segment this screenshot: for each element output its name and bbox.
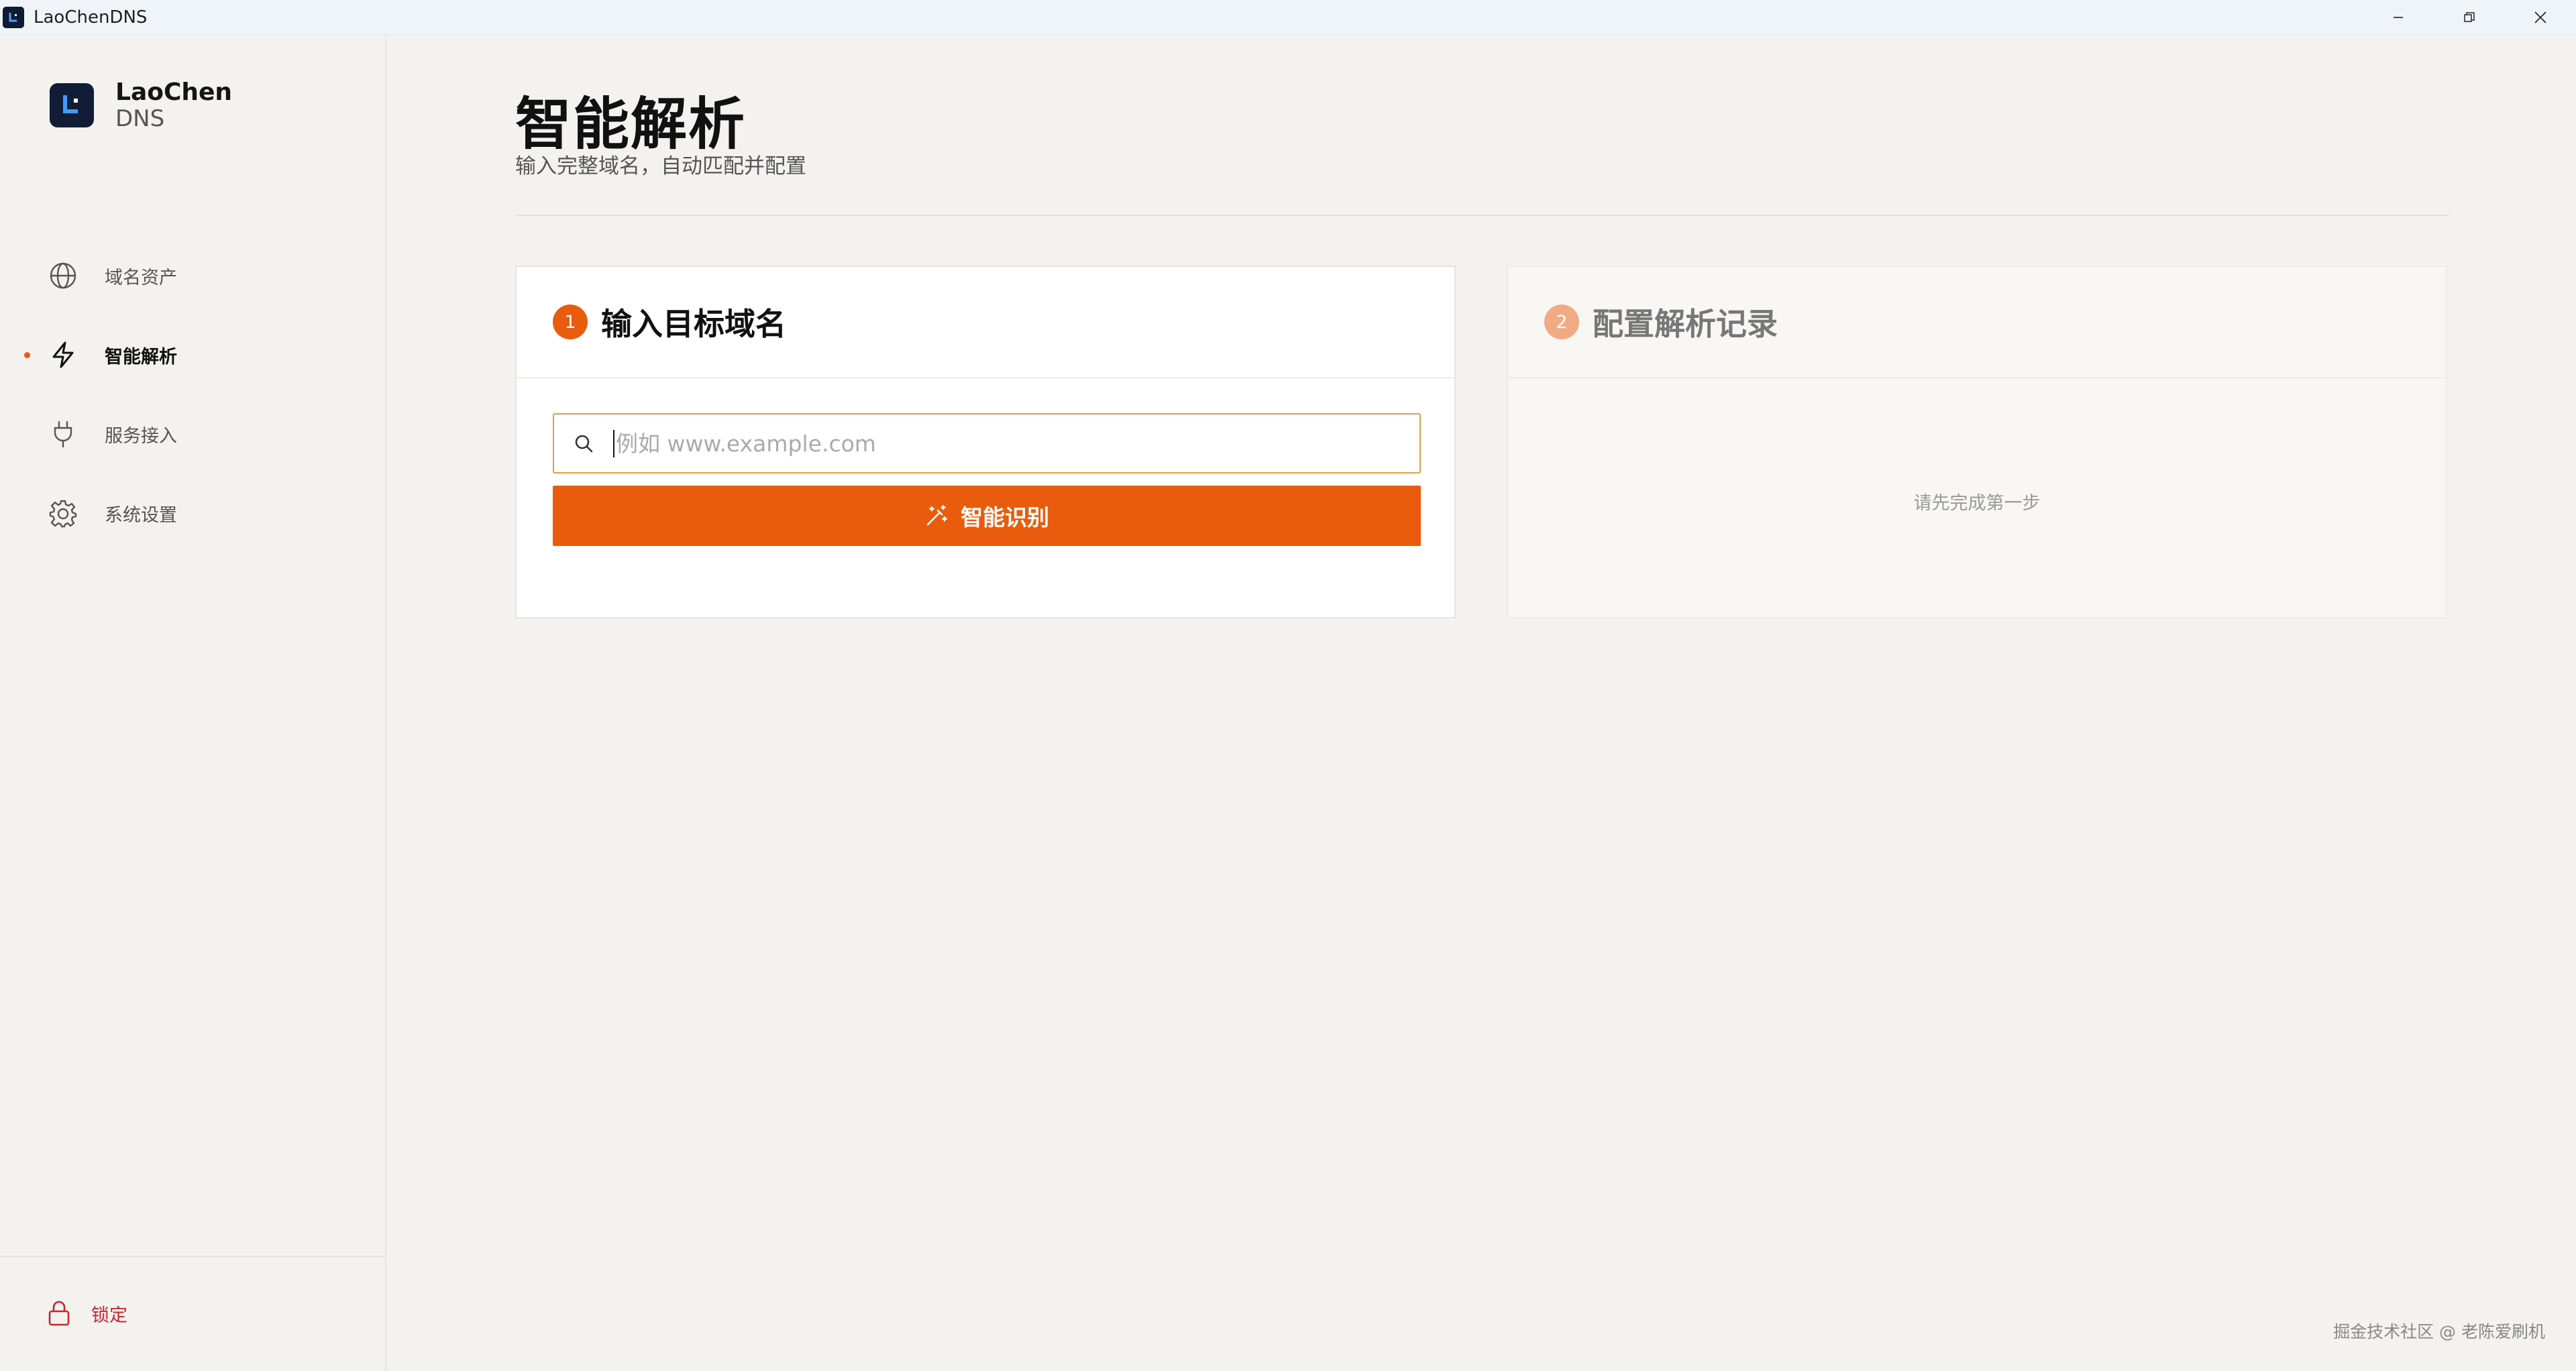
brand: LaoChen DNS <box>50 80 232 130</box>
window-title: LaoChenDNS <box>34 7 148 28</box>
active-indicator <box>24 352 30 358</box>
step2-card: 2 配置解析记录 请先完成第一步 <box>1507 266 2447 618</box>
step2-header: 2 配置解析记录 <box>1508 267 2446 378</box>
plug-icon <box>47 418 79 450</box>
minimize-button[interactable] <box>2363 0 2434 35</box>
lightning-icon <box>47 339 79 371</box>
divider <box>515 215 2449 216</box>
step1-card: 1 输入目标域名 智能识别 <box>515 266 1456 618</box>
step2-title: 配置解析记录 <box>1593 306 1778 342</box>
close-icon <box>2534 11 2546 23</box>
minimize-icon <box>2394 17 2403 18</box>
step1-badge: 1 <box>553 305 588 339</box>
watermark: 掘金技术社区 @ 老陈爱刷机 <box>2333 1322 2545 1341</box>
app-logo-icon <box>3 6 24 28</box>
step2-badge: 2 <box>1544 305 1579 339</box>
smart-detect-label: 智能识别 <box>961 505 1049 530</box>
lock-icon <box>48 1301 70 1326</box>
sidebar-item-label: 域名资产 <box>105 267 177 288</box>
sidebar-item-label: 服务接入 <box>105 425 177 447</box>
globe-icon <box>47 260 79 292</box>
magic-wand-icon <box>926 504 947 526</box>
step1-title: 输入目标域名 <box>601 306 786 342</box>
restore-button[interactable] <box>2434 0 2505 35</box>
main-content: 智能解析 输入完整域名，自动匹配并配置 1 输入目标域名 例如 www.exam… <box>386 35 2576 1371</box>
page-title: 智能解析 <box>515 91 747 157</box>
title-bar: LaoChenDNS <box>0 0 2576 35</box>
brand-name: LaoChen <box>115 78 233 106</box>
step1-header: 1 输入目标域名 <box>517 267 1454 378</box>
sidebar: LaoChen DNS 域名资产 智能解析 服务接入 系统设置 锁定 <box>0 35 386 1371</box>
sidebar-item-service-access[interactable]: 服务接入 <box>0 394 386 474</box>
sidebar-item-label: 智能解析 <box>105 346 177 368</box>
sidebar-item-label: 系统设置 <box>105 504 177 526</box>
sidebar-item-smart-dns[interactable]: 智能解析 <box>0 315 386 394</box>
page-subtitle: 输入完整域名，自动匹配并配置 <box>515 154 806 178</box>
restore-icon <box>2464 12 2475 22</box>
domain-input-box[interactable] <box>553 413 1421 474</box>
gear-icon <box>47 497 79 529</box>
brand-subtitle: DNS <box>115 105 165 132</box>
lock-label: 锁定 <box>91 1305 127 1326</box>
smart-detect-button[interactable]: 智能识别 <box>553 486 1421 546</box>
sidebar-footer: 锁定 <box>0 1256 385 1371</box>
search-icon <box>572 431 596 455</box>
lock-button[interactable]: 锁定 <box>47 1300 127 1327</box>
window-controls <box>2363 0 2576 35</box>
sidebar-item-settings[interactable]: 系统设置 <box>0 474 386 553</box>
sidebar-nav: 域名资产 智能解析 服务接入 系统设置 <box>0 236 386 553</box>
domain-input[interactable] <box>613 429 1385 457</box>
step2-empty-hint: 请先完成第一步 <box>1913 493 2041 514</box>
sidebar-item-domain-assets[interactable]: 域名资产 <box>0 236 386 315</box>
close-button[interactable] <box>2505 0 2576 35</box>
brand-logo-icon <box>50 83 94 127</box>
